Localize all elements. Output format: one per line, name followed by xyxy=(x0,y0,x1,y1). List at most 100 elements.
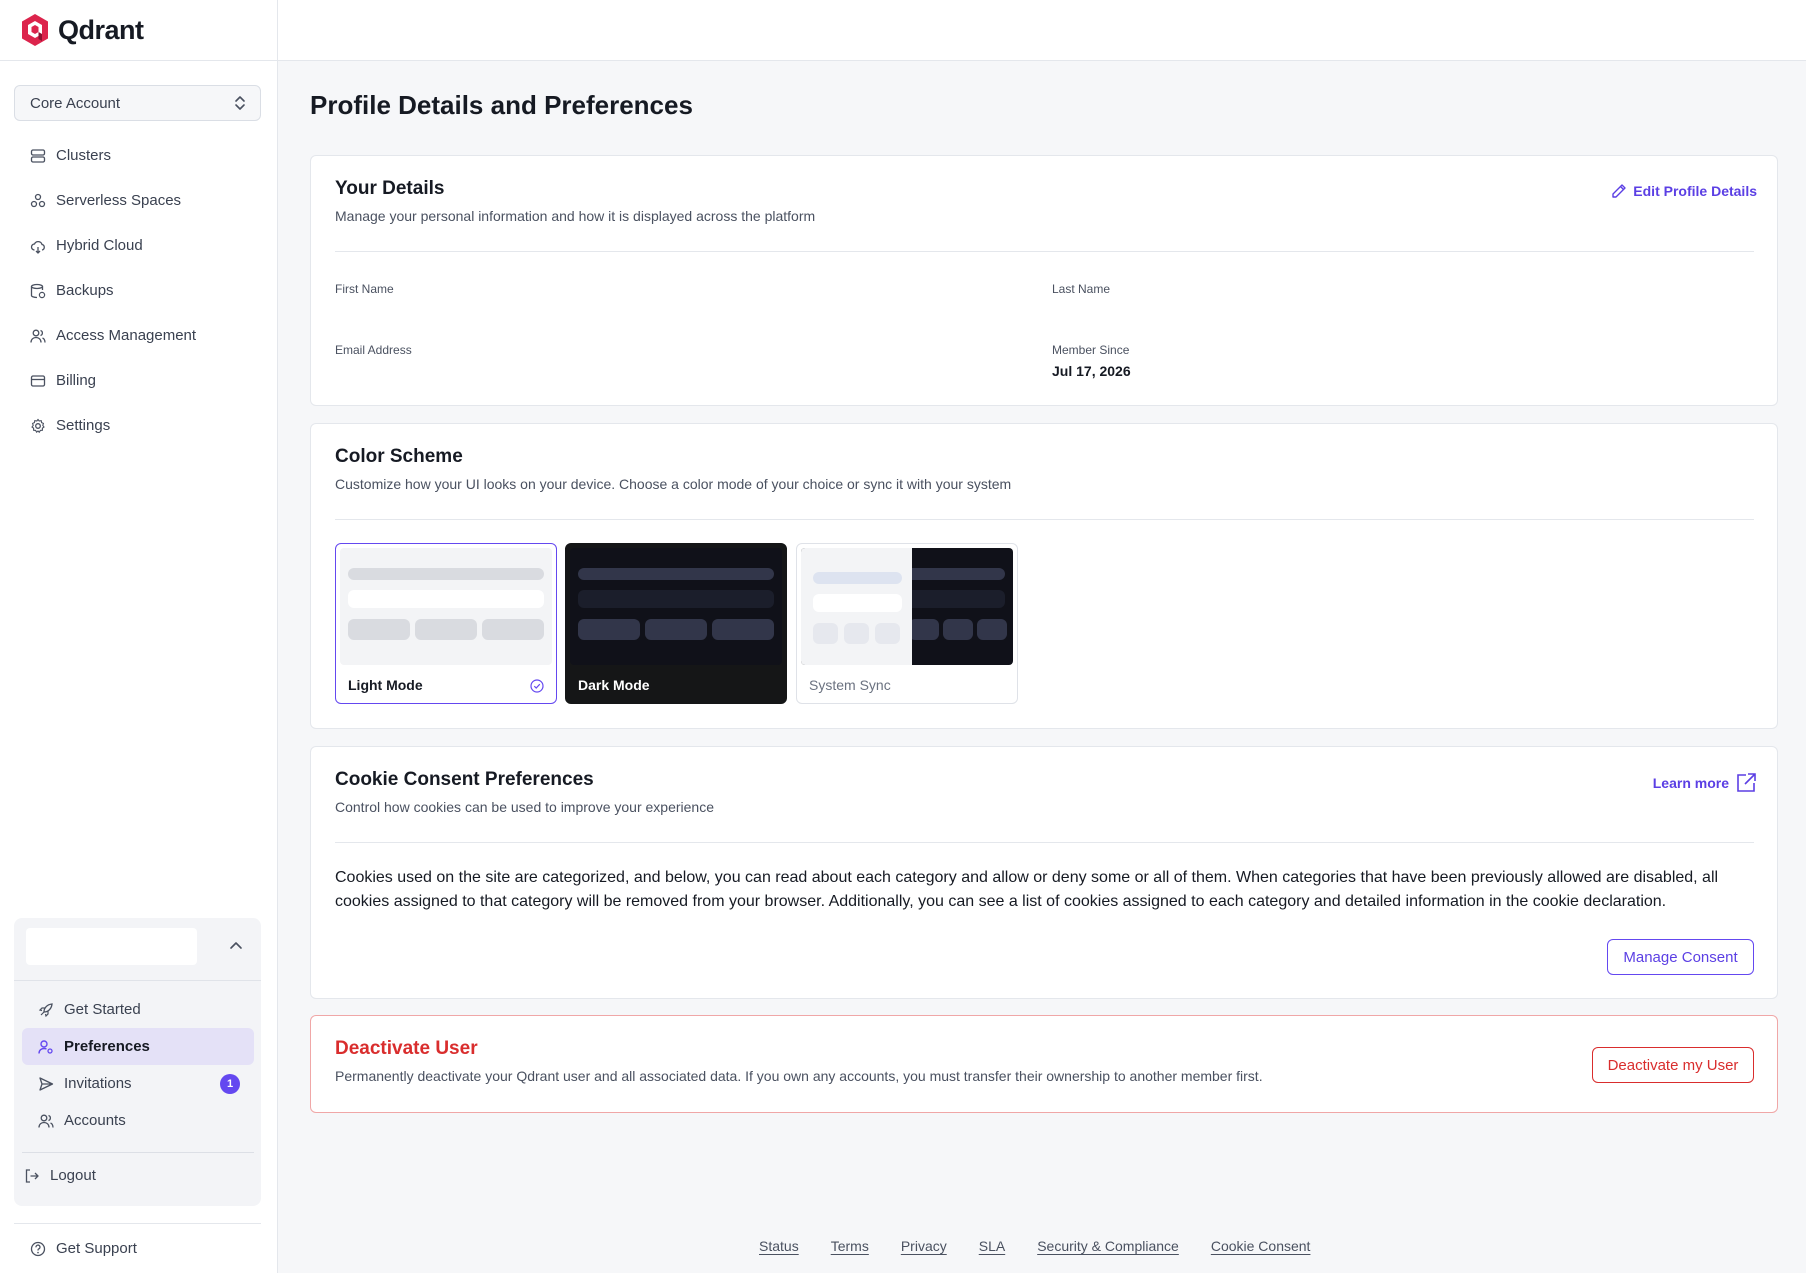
cookie-description: Cookies used on the site are categorized… xyxy=(335,869,1719,910)
email-label: Email Address xyxy=(335,343,412,357)
color-scheme-title: Color Scheme xyxy=(335,446,463,467)
brand-name: Qdrant xyxy=(58,14,144,45)
nav-label: Settings xyxy=(56,417,111,434)
user-menu-header[interactable] xyxy=(14,918,261,981)
nav-label: Hybrid Cloud xyxy=(56,237,143,254)
deactivate-subtitle: Permanently deactivate your Qdrant user … xyxy=(335,1068,1263,1084)
account-select-value: Core Account xyxy=(30,94,121,112)
menu-item-invitations[interactable]: Invitations 1 xyxy=(22,1065,254,1102)
footer-links: Status Terms Privacy SLA Security & Comp… xyxy=(759,1238,1310,1254)
deactivate-user-button[interactable]: Deactivate my User xyxy=(1592,1047,1754,1083)
nav-item-serverless-spaces[interactable]: Serverless Spaces xyxy=(14,178,264,223)
light-mode-label: Light Mode xyxy=(348,677,423,693)
divider xyxy=(14,1223,261,1224)
learn-more-link[interactable]: Learn more xyxy=(1653,772,1757,794)
details-subtitle: Manage your personal information and how… xyxy=(335,208,816,224)
database-backup-icon xyxy=(29,282,46,299)
nav-item-billing[interactable]: Billing xyxy=(14,358,264,403)
help-circle-icon xyxy=(29,1240,46,1257)
chevron-up-icon xyxy=(230,942,242,949)
dark-mode-option[interactable]: Dark Mode xyxy=(565,543,787,704)
manage-consent-button[interactable]: Manage Consent xyxy=(1607,939,1754,975)
menu-item-label: Invitations xyxy=(64,1075,132,1092)
nav-item-backups[interactable]: Backups xyxy=(14,268,264,313)
nav-label: Serverless Spaces xyxy=(56,192,182,209)
edit-profile-button[interactable]: Edit Profile Details xyxy=(1611,183,1757,199)
check-circle-icon xyxy=(530,679,544,693)
cloud-icon xyxy=(29,237,46,254)
light-mode-preview xyxy=(340,548,552,665)
nav-label: Clusters xyxy=(56,147,112,164)
footer-link-status[interactable]: Status xyxy=(759,1238,799,1254)
learn-more-label: Learn more xyxy=(1652,775,1729,791)
footer-link-cookie-consent[interactable]: Cookie Consent xyxy=(1211,1238,1311,1254)
get-support-link[interactable]: Get Support xyxy=(29,1240,137,1257)
send-icon xyxy=(37,1075,54,1092)
deactivate-user-card: Deactivate User Permanently deactivate y… xyxy=(310,1015,1778,1113)
pencil-icon xyxy=(1612,184,1626,198)
sidebar: Qdrant Core Account Clusters Serverless … xyxy=(0,0,278,1273)
deactivate-title: Deactivate User xyxy=(335,1038,478,1059)
cookie-consent-card: Cookie Consent Preferences Control how c… xyxy=(310,746,1778,999)
logout-label: Logout xyxy=(50,1167,96,1184)
divider xyxy=(335,251,1754,252)
cookie-subtitle: Control how cookies can be used to impro… xyxy=(335,799,714,815)
light-mode-option[interactable]: Light Mode xyxy=(335,543,557,704)
details-card: Your Details Manage your personal inform… xyxy=(310,155,1778,406)
menu-item-label: Get Started xyxy=(64,1001,141,1018)
qdrant-logo-icon xyxy=(22,14,48,46)
cookie-title: Cookie Consent Preferences xyxy=(335,769,594,790)
divider xyxy=(335,842,1754,843)
support-label: Get Support xyxy=(56,1240,137,1257)
external-link-icon xyxy=(1737,773,1756,792)
user-name-placeholder xyxy=(26,928,197,965)
details-title: Your Details xyxy=(335,178,445,199)
footer-link-security-compliance[interactable]: Security & Compliance xyxy=(1037,1238,1179,1254)
system-sync-option[interactable]: System Sync xyxy=(796,543,1018,704)
menu-item-accounts[interactable]: Accounts xyxy=(22,1102,254,1139)
credit-card-icon xyxy=(29,372,46,389)
dark-mode-label: Dark Mode xyxy=(578,677,650,693)
nav-item-clusters[interactable]: Clusters xyxy=(14,133,264,178)
color-scheme-card: Color Scheme Customize how your UI looks… xyxy=(310,423,1778,729)
system-sync-label: System Sync xyxy=(809,677,891,693)
logout-button[interactable]: Logout xyxy=(23,1167,96,1184)
nav-label: Billing xyxy=(56,372,97,389)
user-menu: Get Started Preferences Invitations 1 Ac… xyxy=(22,991,254,1139)
invitations-count-badge: 1 xyxy=(220,1074,240,1094)
server-icon xyxy=(29,147,46,164)
system-sync-preview xyxy=(801,548,1013,665)
logout-icon xyxy=(23,1167,40,1184)
qdrant-logo[interactable]: Qdrant xyxy=(20,12,144,48)
account-select[interactable]: Core Account xyxy=(14,85,261,121)
users-icon xyxy=(29,327,46,344)
nav-item-settings[interactable]: Settings xyxy=(14,403,264,448)
divider xyxy=(22,1152,254,1153)
last-name-label: Last Name xyxy=(1052,282,1111,296)
gear-icon xyxy=(29,417,46,434)
user-menu-panel: Get Started Preferences Invitations 1 Ac… xyxy=(14,918,261,1206)
molecules-icon xyxy=(29,192,46,209)
users-icon xyxy=(37,1112,54,1129)
nav-item-hybrid-cloud[interactable]: Hybrid Cloud xyxy=(14,223,264,268)
menu-item-label: Accounts xyxy=(64,1112,126,1129)
chevron-up-down-icon xyxy=(235,96,245,110)
dark-mode-preview xyxy=(570,548,782,665)
menu-item-preferences[interactable]: Preferences xyxy=(22,1028,254,1065)
divider xyxy=(335,519,1754,520)
main-nav: Clusters Serverless Spaces Hybrid Cloud … xyxy=(14,133,264,448)
rocket-icon xyxy=(37,1001,54,1018)
footer-link-sla[interactable]: SLA xyxy=(979,1238,1005,1254)
member-since-value: Jul 17, 2026 xyxy=(1052,363,1131,379)
top-bar xyxy=(278,0,1806,61)
color-scheme-subtitle: Customize how your UI looks on your devi… xyxy=(335,476,1012,492)
nav-label: Backups xyxy=(56,282,114,299)
footer-link-terms[interactable]: Terms xyxy=(831,1238,869,1254)
nav-item-access-management[interactable]: Access Management xyxy=(14,313,264,358)
page-title: Profile Details and Preferences xyxy=(310,90,693,120)
menu-item-get-started[interactable]: Get Started xyxy=(22,991,254,1028)
first-name-label: First Name xyxy=(335,282,394,296)
menu-item-label: Preferences xyxy=(64,1038,150,1055)
footer-link-privacy[interactable]: Privacy xyxy=(901,1238,947,1254)
edit-profile-label: Edit Profile Details xyxy=(1633,183,1757,199)
